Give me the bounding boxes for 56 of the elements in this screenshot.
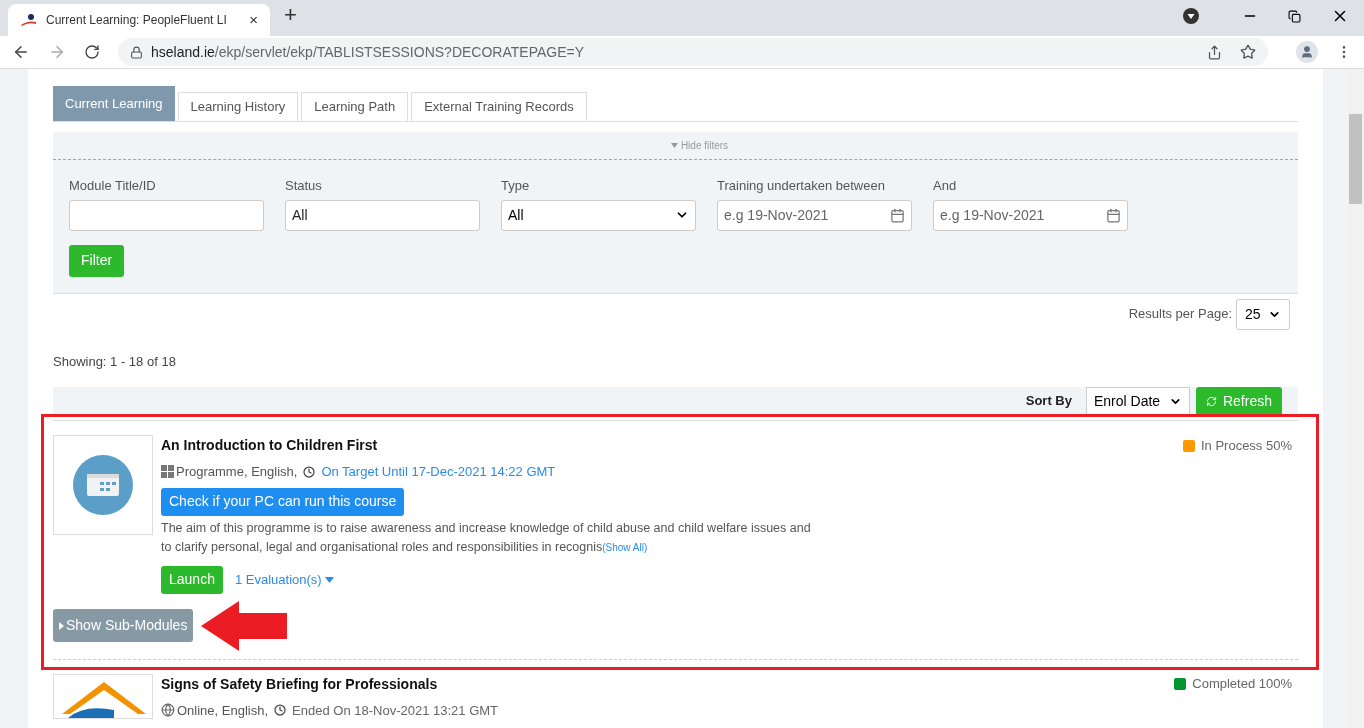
field-label: And	[933, 177, 958, 195]
type-select[interactable]: All	[501, 199, 696, 231]
course-title[interactable]: Signs of Safety Briefing for Professionals	[161, 673, 438, 695]
tab[interactable]: External Training Records	[411, 92, 587, 121]
url-text: hseland.ie/ekp/servlet/ekp/TABLISTSESSIONS?DECORATEPAGE=Y	[151, 42, 585, 62]
profile-avatar[interactable]	[1296, 41, 1318, 63]
due-date: Ended On 18-Nov-2021 13:21 GMT	[292, 701, 498, 720]
scrollbar-thumb[interactable]	[1349, 114, 1362, 204]
reload-icon[interactable]	[84, 44, 100, 60]
profile-dropdown-icon[interactable]	[1183, 8, 1199, 24]
course-description: The aim of this programme is to raise awareness and increase knowledge of child abuse and child welfare issues and to clarify personal, legal and organisational roles and responsibilities in recognis(Show All)	[161, 519, 811, 556]
tab[interactable]: Learning Path	[301, 92, 409, 121]
tab-close-button[interactable]: ×	[249, 8, 258, 32]
calendar-icon	[1106, 207, 1121, 223]
due-date: On Target Until 17-Dec-2021 14:22 GMT	[321, 463, 556, 481]
status-text: In Process 50%	[1200, 436, 1292, 455]
site-favicon	[20, 13, 38, 27]
caret-icon	[670, 143, 678, 148]
grid-icon	[161, 465, 174, 479]
caret-icon	[324, 576, 334, 583]
restore-icon[interactable]	[1288, 9, 1301, 23]
date-field[interactable]: e.g 19-Nov-2021	[933, 199, 1128, 231]
tab-title: Current Learning: PeopleFluent LI	[46, 12, 228, 29]
field-label: Type	[501, 177, 531, 195]
results-per-page-select[interactable]: 25	[1236, 298, 1290, 330]
results-per-page-label: Results per Page:	[1128, 305, 1232, 324]
clock-icon	[303, 465, 316, 478]
date-field[interactable]: e.g 19-Nov-2021	[717, 199, 912, 231]
status-text: Completed 100%	[1192, 675, 1292, 694]
tab[interactable]: Learning History	[177, 92, 299, 121]
course-title[interactable]: An Introduction to Children First	[161, 435, 378, 456]
course-thumbnail	[73, 455, 133, 515]
sort-by-label: Sort By	[1025, 392, 1072, 411]
course-meta: Programme, English,	[176, 463, 298, 481]
browser-tab[interactable]: Current Learning: PeopleFluent LI ×	[8, 4, 270, 36]
field-label: Status	[285, 177, 323, 195]
field-label: Training undertaken between	[717, 177, 886, 195]
address-bar[interactable]: hseland.ie/ekp/servlet/ekp/TABLISTSESSIONS?DECORATEPAGE=Y	[118, 38, 1268, 66]
share-icon[interactable]	[1207, 44, 1222, 60]
field-label: Module Title/ID	[69, 177, 157, 195]
course-meta: Online, English,	[177, 701, 269, 720]
lock-icon	[130, 45, 143, 59]
new-tab-button[interactable]: +	[284, 0, 297, 31]
back-icon[interactable]	[12, 43, 30, 61]
sort-select[interactable]: Enrol Date	[1085, 387, 1190, 415]
text-field[interactable]	[69, 199, 264, 231]
globe-icon	[161, 703, 175, 718]
caret-icon	[59, 621, 64, 630]
bookmark-icon[interactable]	[1240, 44, 1256, 60]
clock-icon	[274, 704, 287, 717]
text-field[interactable]: All	[285, 199, 480, 231]
refresh-icon	[1205, 395, 1217, 407]
show-all-link[interactable]: (Show All)	[602, 541, 648, 553]
calendar-icon	[890, 207, 905, 223]
evaluations-dropdown[interactable]: 1 Evaluation(s)	[234, 569, 334, 590]
showing-count: Showing: 1 - 18 of 18	[53, 352, 177, 371]
